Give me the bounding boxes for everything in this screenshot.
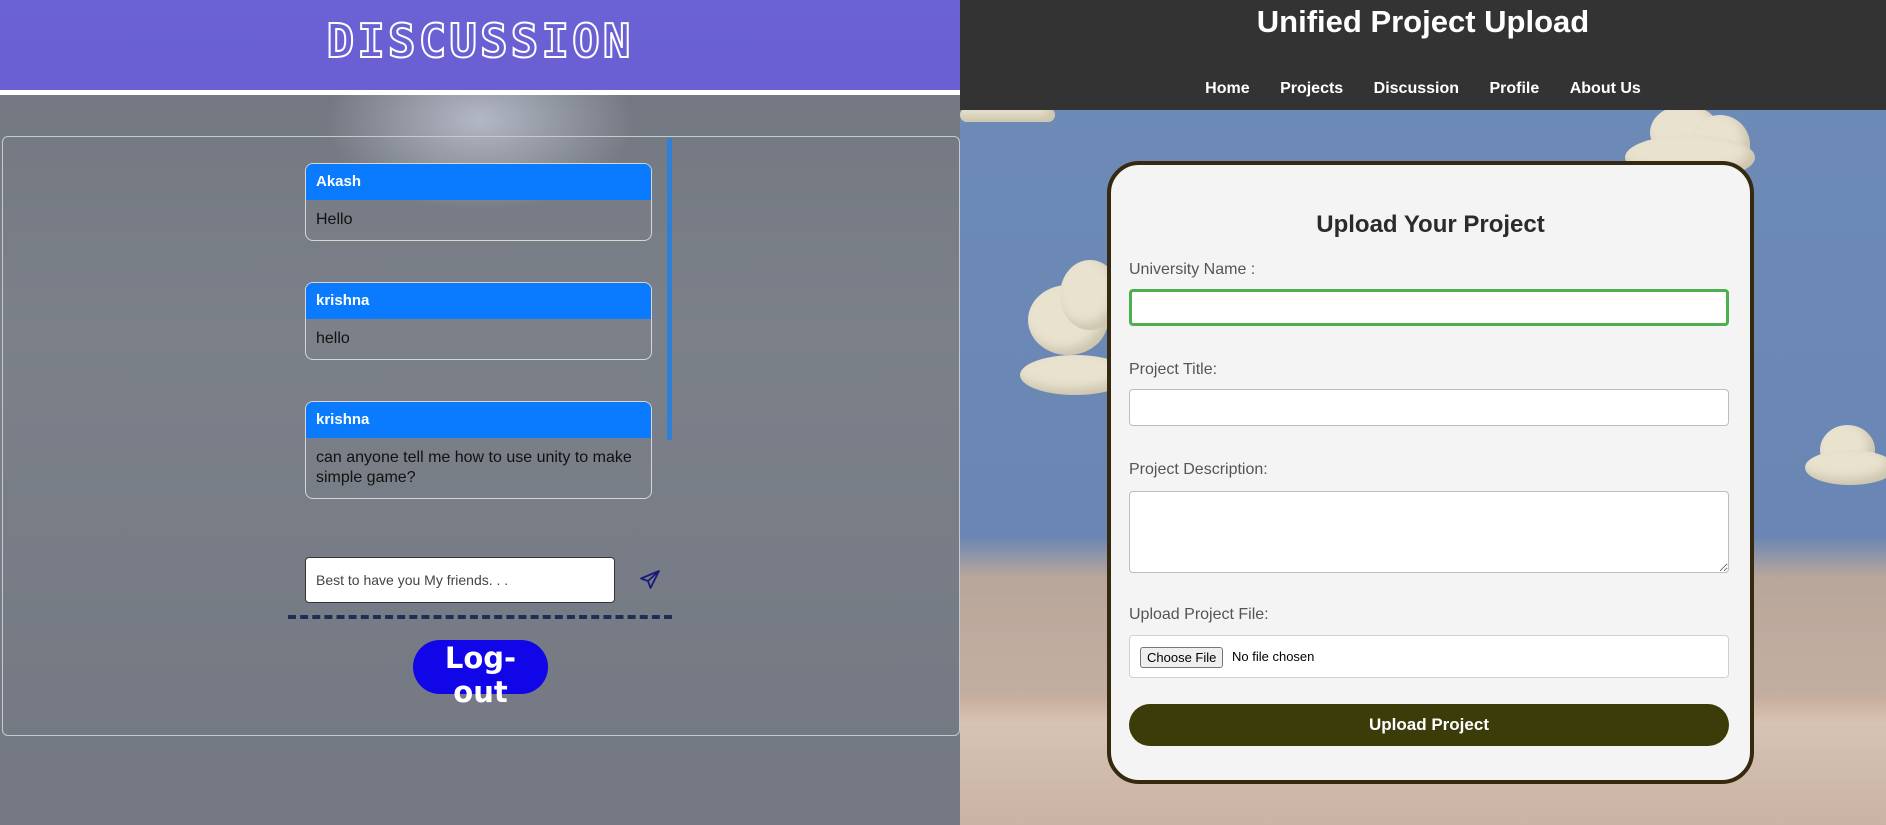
main-nav: Home Projects Discussion Profile About U…: [960, 80, 1886, 98]
project-description-label: Project Description:: [1129, 461, 1268, 478]
message-text: hello: [316, 330, 350, 347]
nav-projects[interactable]: Projects: [1280, 80, 1343, 97]
project-title-input[interactable]: [1129, 389, 1729, 426]
file-status: No file chosen: [1232, 649, 1315, 664]
send-button[interactable]: [638, 568, 662, 592]
project-description-input[interactable]: [1129, 491, 1729, 573]
message-input[interactable]: [305, 557, 615, 603]
upload-form-card: Upload Your Project University Name : Pr…: [1107, 161, 1754, 784]
discussion-header: DISCUSSION: [0, 0, 960, 95]
university-input[interactable]: [1129, 289, 1729, 326]
message-text: Hello: [316, 211, 353, 228]
chat-message: Akash Hello: [305, 163, 652, 241]
upload-page: Unified Project Upload Home Projects Dis…: [960, 0, 1886, 825]
message-text: can anyone tell me how to use unity to m…: [316, 449, 632, 486]
message-author: krishna: [306, 283, 651, 319]
nav-discussion[interactable]: Discussion: [1374, 80, 1459, 97]
message-author: Akash: [306, 164, 651, 200]
form-title: Upload Your Project: [1316, 211, 1545, 238]
nav-home[interactable]: Home: [1205, 80, 1249, 97]
choose-file-button[interactable]: Choose File: [1140, 647, 1224, 668]
discussion-title: DISCUSSION: [326, 13, 634, 69]
message-author: krishna: [306, 402, 651, 438]
project-file-label: Upload Project File:: [1129, 606, 1269, 623]
discussion-page: DISCUSSION Akash Hello krishna hello kri…: [0, 0, 960, 825]
logout-button[interactable]: Log-out: [413, 640, 548, 709]
nav-about-us[interactable]: About Us: [1570, 80, 1641, 97]
upload-project-button[interactable]: Upload Project: [1129, 704, 1729, 746]
chat-scrollbar[interactable]: [667, 138, 672, 440]
university-label: University Name :: [1129, 261, 1256, 278]
top-navigation-bar: Unified Project Upload Home Projects Dis…: [960, 0, 1886, 110]
chat-message: krishna hello: [305, 282, 652, 360]
nav-profile[interactable]: Profile: [1489, 80, 1539, 97]
project-title-label: Project Title:: [1129, 361, 1218, 378]
divider: [288, 615, 672, 619]
app-title: Unified Project Upload: [1256, 4, 1590, 39]
file-input[interactable]: Choose File No file chosen: [1129, 635, 1729, 678]
chat-message: krishna can anyone tell me how to use un…: [305, 401, 652, 499]
paper-plane-icon: [640, 570, 660, 589]
